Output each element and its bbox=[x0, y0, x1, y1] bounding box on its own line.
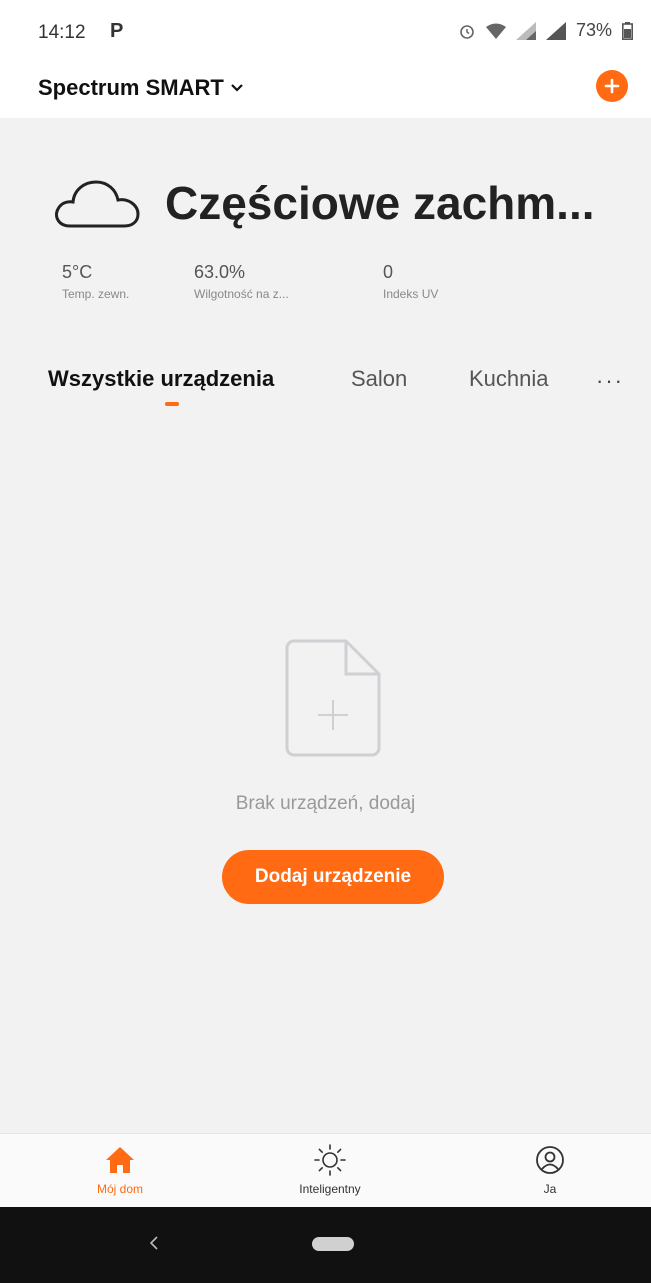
plus-circle-icon bbox=[604, 78, 620, 94]
humidity-value: 63.0% bbox=[194, 262, 246, 282]
room-tabs: Wszystkie urządzenia Salon Kuchnia bbox=[0, 366, 651, 406]
bottom-nav: Mój dom Inteligentny Ja bbox=[0, 1133, 651, 1208]
active-tab-indicator bbox=[165, 402, 179, 406]
temperature-stat: 5°C Temp. zewn. bbox=[62, 262, 129, 301]
system-nav-bar bbox=[0, 1207, 651, 1283]
signal-icon bbox=[515, 21, 536, 40]
sun-icon bbox=[314, 1144, 346, 1176]
uv-value: 0 bbox=[383, 262, 394, 282]
status-time: 14:12 bbox=[38, 22, 86, 43]
more-icon[interactable]: ··· bbox=[596, 368, 624, 394]
tab-kuchnia[interactable]: Kuchnia bbox=[469, 366, 549, 392]
battery-percent: 73% bbox=[575, 20, 612, 40]
signal-icon bbox=[545, 21, 566, 40]
add-device-button[interactable]: Dodaj urządzenie bbox=[222, 850, 444, 904]
app-notification-icon: P bbox=[110, 20, 124, 42]
temperature-label: Temp. zewn. bbox=[62, 287, 130, 301]
cloud-icon bbox=[55, 180, 140, 228]
status-icons: 73% bbox=[458, 20, 633, 41]
file-add-icon bbox=[285, 639, 381, 757]
weather-condition: Częściowe zachm... bbox=[165, 177, 595, 229]
humidity-label: Wilgotność na z... bbox=[194, 287, 289, 301]
add-button[interactable] bbox=[596, 70, 628, 102]
nav-my-home-label: Mój dom bbox=[96, 1182, 143, 1196]
chevron-down-icon bbox=[231, 84, 243, 92]
temperature-value: 5°C bbox=[62, 262, 93, 282]
humidity-stat: 63.0% Wilgotność na z... bbox=[194, 262, 289, 301]
home-pill-button[interactable] bbox=[312, 1237, 354, 1251]
wifi-icon bbox=[485, 23, 506, 39]
status-bar: 14:12 P 73% bbox=[0, 0, 651, 60]
nav-smart-label: Inteligentny bbox=[299, 1182, 361, 1196]
home-icon bbox=[106, 1147, 134, 1173]
home-name: Spectrum SMART bbox=[38, 75, 224, 100]
tab-all-devices[interactable]: Wszystkie urządzenia bbox=[48, 366, 274, 392]
nav-my-home[interactable]: Mój dom bbox=[55, 1134, 185, 1208]
empty-message: Brak urządzeń, dodaj bbox=[235, 793, 416, 814]
uv-label: Indeks UV bbox=[383, 287, 439, 301]
back-icon[interactable] bbox=[148, 1235, 160, 1251]
nav-smart[interactable]: Inteligentny bbox=[265, 1134, 395, 1208]
uv-stat: 0 Indeks UV bbox=[383, 262, 438, 301]
user-icon bbox=[536, 1146, 564, 1174]
alarm-icon bbox=[460, 24, 474, 39]
nav-me[interactable]: Ja bbox=[485, 1134, 615, 1208]
home-selector[interactable]: Spectrum SMART bbox=[38, 75, 244, 101]
tab-salon[interactable]: Salon bbox=[351, 366, 407, 392]
battery-icon bbox=[622, 21, 633, 40]
nav-me-label: Ja bbox=[543, 1182, 557, 1196]
